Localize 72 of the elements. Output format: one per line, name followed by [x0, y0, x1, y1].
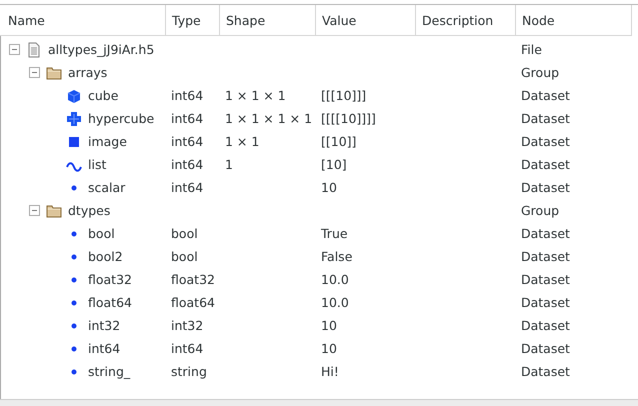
- value-text: 10: [321, 180, 337, 195]
- node-name[interactable]: int64: [88, 341, 120, 356]
- column-header[interactable]: Description: [416, 5, 516, 35]
- node-type-text: Dataset: [521, 226, 570, 241]
- type-text: float64: [171, 295, 215, 310]
- node-type-text: File: [521, 42, 542, 57]
- shape-text: 1 × 1 × 1 × 1: [225, 111, 312, 126]
- node-type-text: Dataset: [521, 295, 570, 310]
- value-text: 10: [321, 318, 337, 333]
- column-header[interactable]: Name: [0, 5, 166, 35]
- type-text: float32: [171, 272, 215, 287]
- node-name[interactable]: arrays: [68, 65, 108, 80]
- shape-text: 1: [225, 157, 233, 172]
- type-text: int64: [171, 341, 204, 356]
- value-text: [10]: [321, 157, 347, 172]
- value-text: [[10]]: [321, 134, 356, 149]
- node-name[interactable]: int32: [88, 318, 120, 333]
- type-text: bool: [171, 249, 198, 264]
- node-name[interactable]: string_: [88, 364, 130, 379]
- node-type-text: Dataset: [521, 88, 570, 103]
- node-name[interactable]: float32: [88, 272, 132, 287]
- node-type-text: Dataset: [521, 364, 570, 379]
- node-type-text: Dataset: [521, 272, 570, 287]
- value-text: 10: [321, 341, 337, 356]
- node-type-text: Group: [521, 203, 560, 218]
- type-text: string: [171, 364, 207, 379]
- hypercube-icon: [66, 110, 82, 126]
- column-header[interactable]: Shape: [220, 5, 316, 35]
- folder-icon: [46, 202, 62, 218]
- type-text: int64: [171, 111, 204, 126]
- type-text: bool: [171, 226, 198, 241]
- type-text: int64: [171, 157, 204, 172]
- node-type-text: Dataset: [521, 180, 570, 195]
- node-name[interactable]: dtypes: [68, 203, 110, 218]
- collapse-toggle-icon[interactable]: [29, 205, 40, 216]
- node-name[interactable]: bool: [88, 226, 115, 241]
- node-name[interactable]: alltypes_jJ9iAr.h5: [48, 42, 154, 57]
- node-name[interactable]: cube: [88, 88, 118, 103]
- shape-text: 1 × 1: [225, 134, 260, 149]
- column-header[interactable]: Type: [166, 5, 220, 35]
- node-type-text: Group: [521, 65, 560, 80]
- value-text: False: [321, 249, 352, 264]
- value-text: True: [321, 226, 348, 241]
- collapse-toggle-icon[interactable]: [29, 67, 40, 78]
- value-text: Hi!: [321, 364, 339, 379]
- node-name[interactable]: scalar: [88, 180, 126, 195]
- node-name[interactable]: float64: [88, 295, 132, 310]
- cube-icon: [66, 88, 82, 104]
- type-text: int64: [171, 88, 204, 103]
- node-type-text: Dataset: [521, 157, 570, 172]
- value-text: [[[10]]]: [321, 88, 366, 103]
- node-name[interactable]: hypercube: [88, 111, 154, 126]
- node-type-text: Dataset: [521, 318, 570, 333]
- node-type-text: Dataset: [521, 111, 570, 126]
- value-text: 10.0: [321, 272, 349, 287]
- value-text: 10.0: [321, 295, 349, 310]
- collapse-toggle-icon[interactable]: [9, 44, 20, 55]
- node-name[interactable]: image: [88, 134, 127, 149]
- type-text: int64: [171, 134, 204, 149]
- folder-icon: [46, 64, 62, 80]
- column-header[interactable]: Value: [316, 5, 416, 35]
- node-type-text: Dataset: [521, 249, 570, 264]
- shape-text: 1 × 1 × 1: [225, 88, 286, 103]
- node-name[interactable]: list: [88, 157, 106, 172]
- node-type-text: Dataset: [521, 134, 570, 149]
- node-name[interactable]: bool2: [88, 249, 123, 264]
- node-type-text: Dataset: [521, 341, 570, 356]
- type-text: int32: [171, 318, 204, 333]
- document-icon: [26, 42, 42, 58]
- type-text: int64: [171, 180, 204, 195]
- column-header[interactable]: Node: [516, 5, 631, 35]
- value-text: [[[[10]]]]: [321, 111, 376, 126]
